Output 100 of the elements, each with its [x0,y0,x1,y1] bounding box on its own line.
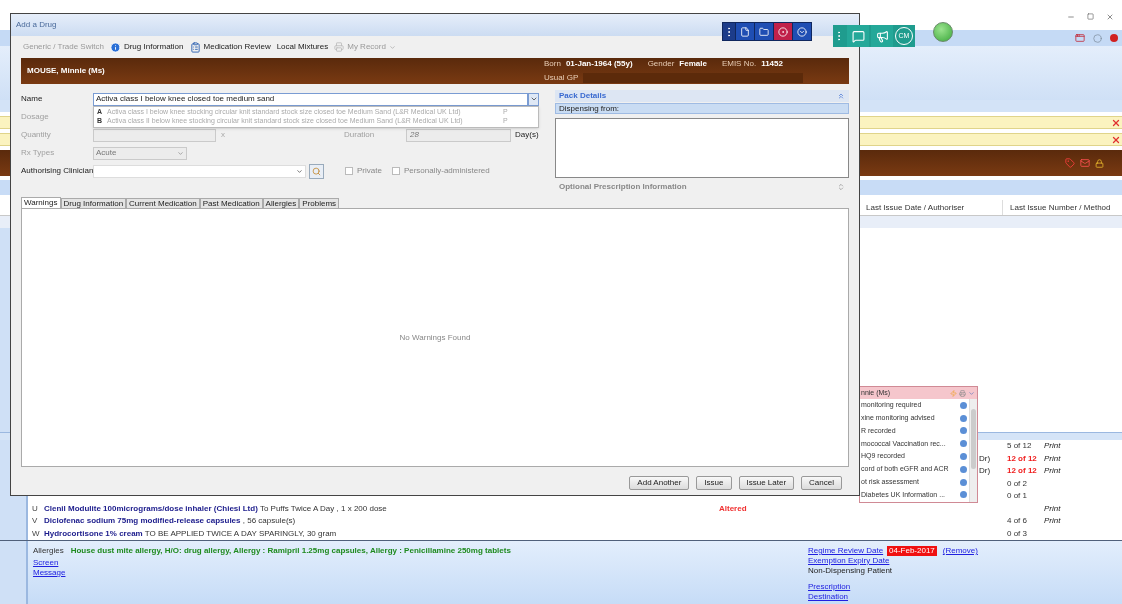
medication-entry[interactable]: Diclofenac sodium 75mg modified-release capsules , 56 capsule(s) [44,516,296,526]
status-text: Altered [719,503,747,513]
issue-count: 0 of 1 [1007,491,1027,501]
row-letter: U [32,503,38,513]
unit-text: Day(s) [515,129,539,141]
caret-icon [177,149,184,157]
dispensing-label: Dispensing from: [559,102,620,115]
field-label: Quantity [21,129,52,141]
field-label: Authorising Clinician [21,165,93,177]
close-icon[interactable] [1106,13,1114,21]
minimize-icon[interactable] [1067,13,1075,21]
mail-icon [1080,158,1090,168]
close-icon[interactable] [1111,134,1121,145]
expand-icon[interactable] [837,183,845,191]
column-header[interactable]: Last Issue Date / Authoriser [866,200,1003,215]
field-label: Gender [647,58,675,70]
checkbox-label: Private [357,165,382,177]
record-button[interactable] [773,23,792,40]
remove-link[interactable]: (Remove) [942,546,978,556]
authoriser-text: Dr) [979,453,991,463]
caret-icon [529,95,538,103]
authoriser-text: Dr) [979,466,991,476]
open-button[interactable] [754,23,773,40]
column-header[interactable]: Last Issue Number / Method [1003,201,1111,214]
close-icon[interactable] [1111,117,1121,128]
search-button[interactable] [309,163,324,179]
toolbar-button[interactable]: Local Mixtures [276,41,329,53]
caret-icon [388,43,396,51]
toolbar-button[interactable]: Medication Review [189,41,271,53]
birth-date: 01-Jan-1964 (55y) [565,58,633,70]
dialog-button[interactable]: Issue [696,476,732,490]
collapse-icon[interactable] [968,389,975,397]
date-badge: 04-Feb-2017 [887,546,937,556]
toolbar-button[interactable]: Drug Information [109,41,184,53]
medication-entry[interactable]: Clenil Modulite 100micrograms/dose inhaler (Chiesi Ltd) To Puffs Twice A Day , 1 x 200 dose [44,503,387,513]
circle-icon[interactable] [1093,33,1102,43]
issue-count: 4 of 6 [1007,516,1027,526]
window-title: Add a Drug [16,19,57,31]
issue-count: 0 of 3 [1007,528,1027,538]
field-label: Dosage [21,111,49,123]
dropdown-button[interactable] [528,92,539,106]
new-button[interactable] [735,23,754,40]
medication-entry[interactable]: Hydrocortisone 1% cream TO BE APPLIED TWICE A DAY SPARINGLY, 30 gram [44,528,337,538]
checkbox[interactable] [391,167,400,175]
drug-name-field[interactable]: Activa class I below knee closed toe medium sand [93,92,528,106]
chat-button[interactable] [847,25,869,47]
chevron-circle-icon [797,26,807,37]
folder-icon [759,26,769,37]
maximize-icon[interactable] [1087,13,1094,20]
printer-icon[interactable] [959,389,966,397]
field-label: Rx Types [21,147,56,159]
clipboard-icon [189,41,201,53]
emis-number: 11452 [761,58,783,70]
allergies-label: Allergies [33,546,64,556]
link[interactable]: Regime Review Date [808,546,881,556]
row-letter: W [32,528,40,538]
collapse-icon[interactable] [837,92,845,100]
link[interactable]: Destination [808,592,849,602]
down-button[interactable] [792,23,811,40]
quantity-field[interactable] [93,128,216,142]
issue-method: Print [1044,516,1061,526]
issue-method: Print [1044,503,1061,513]
issue-count: 5 of 12 [1007,441,1032,451]
dialog-button[interactable]: Cancel [801,476,842,490]
panel-title: Pack Details [559,90,607,102]
empty-message: No Warnings Found [399,331,471,344]
megaphone-icon [875,29,889,43]
issue-count: 0 of 2 [1007,478,1027,488]
patient-name: MOUSE, Minnie (Ms) [26,65,106,77]
chat-icon [851,29,865,43]
rx-type-select[interactable]: Acute [93,146,187,160]
link[interactable]: Prescription [808,582,851,592]
checkbox-label: Personally-administered [403,165,490,177]
field-label: Name [21,93,44,105]
issue-count: 12 of 12 [1007,453,1037,463]
duration-field[interactable]: 28 [406,128,511,142]
bolt-icon [950,389,957,397]
link[interactable]: Exemption Expiry Date [808,556,890,566]
link[interactable]: Screen [33,558,59,568]
info-icon [109,41,121,53]
search-icon [312,166,321,176]
tag-icon [1065,158,1075,168]
dialog-button[interactable]: Issue Later [738,476,795,490]
caret-icon [296,167,303,175]
announce-button[interactable] [871,25,893,47]
issue-method: Print [1044,453,1061,463]
issue-count: 12 of 12 [1007,466,1037,476]
dispensing-status: Non-Dispensing Patient [808,566,894,576]
issue-method: Print [1044,466,1061,476]
checkbox[interactable] [345,167,353,175]
section-title: Optional Prescription Information [559,181,687,193]
gender-value: Female [679,58,707,70]
field-label: Usual GP [544,72,579,84]
dialog-button[interactable]: Add Another [629,476,690,490]
window-icon[interactable] [1075,33,1085,43]
link[interactable]: Message [33,568,66,578]
issue-method: Print [1044,441,1061,451]
lock-icon [1095,158,1104,168]
allergies-text: House dust mite allergy, H/O: drug allergy, Allergy : Ramipril 1.25mg capsules, Allergy : Penicillamine 250mg tablets [70,546,511,556]
field-label: Duration [344,129,376,141]
